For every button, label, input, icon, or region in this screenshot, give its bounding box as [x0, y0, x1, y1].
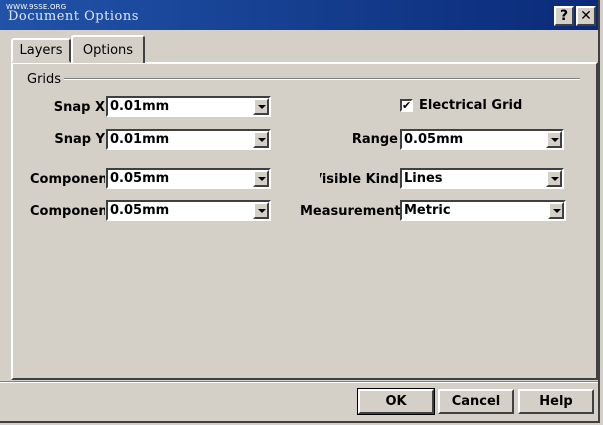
component-x-combo[interactable]: 0.05mm [106, 168, 271, 189]
snap-y-label: Snap Y [54, 132, 105, 147]
measurement-unit-combo[interactable]: Metric [400, 200, 566, 221]
close-icon[interactable]: ✕ [576, 6, 596, 26]
chevron-down-icon[interactable] [546, 131, 562, 148]
ok-button[interactable]: OK [357, 388, 435, 415]
visible-kind-combo[interactable]: Lines [400, 168, 564, 189]
tab-options-label: Options [82, 42, 134, 58]
tab-layers-label: Layers [19, 43, 63, 58]
close-glyph: ✕ [580, 8, 592, 24]
component-y-combo[interactable]: 0.05mm [106, 200, 271, 221]
grids-group-label: Grids [27, 72, 62, 87]
cancel-button[interactable]: Cancel [438, 389, 514, 414]
visible-kind-label-text: Visible Kind [320, 172, 399, 187]
snap-y-value: 0.01mm [110, 132, 170, 147]
cancel-button-label: Cancel [451, 394, 501, 409]
help-icon[interactable]: ? [554, 6, 574, 26]
chevron-down-icon[interactable] [548, 202, 564, 219]
check-icon: ✔ [402, 99, 412, 112]
component-x-value: 0.05mm [110, 171, 170, 186]
measurement-unit-value: Metric [404, 203, 451, 218]
electrical-grid-label: Electrical Grid [419, 98, 523, 113]
snap-x-value: 0.01mm [110, 99, 170, 114]
help-glyph: ? [559, 8, 569, 24]
help-button[interactable]: Help [518, 389, 594, 414]
chevron-down-icon[interactable] [253, 98, 269, 115]
tab-options[interactable]: Options [71, 35, 145, 63]
visible-kind-label: Visible Kind [320, 172, 400, 187]
component-x-label: Component X [30, 172, 105, 187]
range-value: 0.05mm [404, 132, 464, 147]
snap-x-label: Snap X [53, 100, 105, 115]
snap-y-combo[interactable]: 0.01mm [106, 129, 271, 150]
chevron-down-icon[interactable] [253, 170, 269, 187]
snap-x-combo[interactable]: 0.01mm [106, 96, 271, 117]
component-y-value: 0.05mm [110, 203, 170, 218]
electrical-grid-checkbox[interactable]: ✔ [400, 99, 413, 112]
grids-group-divider [64, 78, 580, 80]
ok-button-label: OK [385, 394, 407, 409]
help-button-label: Help [539, 394, 573, 409]
chevron-down-icon[interactable] [546, 170, 562, 187]
title-bar[interactable]: WWW.9SSE.ORG Document Options ? ✕ [0, 0, 598, 30]
visible-kind-value: Lines [404, 171, 443, 186]
tab-layers[interactable]: Layers [11, 38, 71, 63]
measurement-unit-label: Measurement Unit [300, 204, 400, 219]
range-label: Range [351, 132, 398, 147]
chevron-down-icon[interactable] [253, 131, 269, 148]
document-options-dialog: WWW.9SSE.ORG Document Options ? ✕ Layers… [0, 0, 600, 423]
window-title: Document Options [8, 9, 139, 24]
component-y-label: Component Y [30, 204, 105, 219]
chevron-down-icon[interactable] [253, 202, 269, 219]
footer-divider [0, 381, 598, 383]
range-combo[interactable]: 0.05mm [400, 129, 564, 150]
